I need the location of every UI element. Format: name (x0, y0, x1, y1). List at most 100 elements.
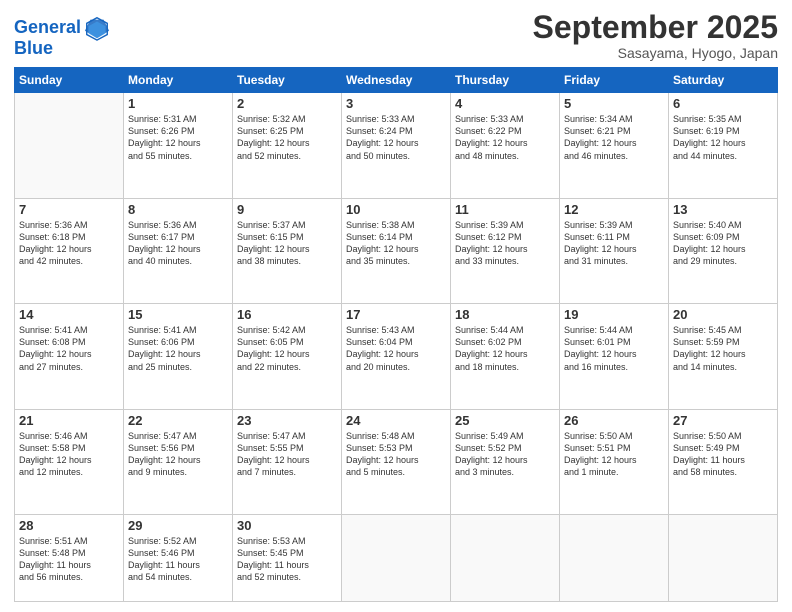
day-number: 20 (673, 307, 773, 322)
calendar-cell: 16 Sunrise: 5:42 AM Sunset: 6:05 PM Dayli… (233, 304, 342, 409)
day-number: 30 (237, 518, 337, 533)
day-number: 13 (673, 202, 773, 217)
day-number: 19 (564, 307, 664, 322)
calendar-cell (15, 93, 124, 198)
calendar-cell: 9 Sunrise: 5:37 AM Sunset: 6:15 PM Daylig… (233, 198, 342, 303)
day-info: Sunrise: 5:41 AM Sunset: 6:08 PM Dayligh… (19, 324, 119, 373)
calendar-cell: 28 Sunrise: 5:51 AM Sunset: 5:48 PM Dayli… (15, 515, 124, 602)
day-number: 21 (19, 413, 119, 428)
day-number: 14 (19, 307, 119, 322)
day-number: 28 (19, 518, 119, 533)
logo-icon (83, 14, 111, 42)
title-area: September 2025 Sasayama, Hyogo, Japan (533, 10, 778, 61)
calendar-cell (451, 515, 560, 602)
day-info: Sunrise: 5:33 AM Sunset: 6:22 PM Dayligh… (455, 113, 555, 162)
day-info: Sunrise: 5:37 AM Sunset: 6:15 PM Dayligh… (237, 219, 337, 268)
day-info: Sunrise: 5:49 AM Sunset: 5:52 PM Dayligh… (455, 430, 555, 479)
day-info: Sunrise: 5:39 AM Sunset: 6:11 PM Dayligh… (564, 219, 664, 268)
day-number: 15 (128, 307, 228, 322)
calendar-cell: 6 Sunrise: 5:35 AM Sunset: 6:19 PM Daylig… (669, 93, 778, 198)
day-info: Sunrise: 5:53 AM Sunset: 5:45 PM Dayligh… (237, 535, 337, 584)
weekday-header-wednesday: Wednesday (342, 68, 451, 93)
calendar-cell: 30 Sunrise: 5:53 AM Sunset: 5:45 PM Dayli… (233, 515, 342, 602)
day-number: 3 (346, 96, 446, 111)
calendar-cell: 21 Sunrise: 5:46 AM Sunset: 5:58 PM Dayli… (15, 409, 124, 514)
day-info: Sunrise: 5:45 AM Sunset: 5:59 PM Dayligh… (673, 324, 773, 373)
day-info: Sunrise: 5:41 AM Sunset: 6:06 PM Dayligh… (128, 324, 228, 373)
logo: General Blue (14, 14, 111, 59)
day-info: Sunrise: 5:44 AM Sunset: 6:02 PM Dayligh… (455, 324, 555, 373)
calendar-cell: 7 Sunrise: 5:36 AM Sunset: 6:18 PM Daylig… (15, 198, 124, 303)
header: General Blue September 2025 Sasayama, Hy… (14, 10, 778, 61)
day-info: Sunrise: 5:43 AM Sunset: 6:04 PM Dayligh… (346, 324, 446, 373)
weekday-header-thursday: Thursday (451, 68, 560, 93)
calendar-cell (560, 515, 669, 602)
day-number: 27 (673, 413, 773, 428)
day-info: Sunrise: 5:42 AM Sunset: 6:05 PM Dayligh… (237, 324, 337, 373)
day-number: 11 (455, 202, 555, 217)
day-number: 12 (564, 202, 664, 217)
calendar-cell: 14 Sunrise: 5:41 AM Sunset: 6:08 PM Dayli… (15, 304, 124, 409)
calendar-cell: 12 Sunrise: 5:39 AM Sunset: 6:11 PM Dayli… (560, 198, 669, 303)
calendar-cell: 25Sunrise: 5:49 AM Sunset: 5:52 PM Dayli… (451, 409, 560, 514)
logo-general: General (14, 17, 81, 37)
calendar-cell (669, 515, 778, 602)
day-number: 2 (237, 96, 337, 111)
day-info: Sunrise: 5:51 AM Sunset: 5:48 PM Dayligh… (19, 535, 119, 584)
day-info: Sunrise: 5:47 AM Sunset: 5:56 PM Dayligh… (128, 430, 228, 479)
day-info: Sunrise: 5:34 AM Sunset: 6:21 PM Dayligh… (564, 113, 664, 162)
calendar-cell: 29 Sunrise: 5:52 AM Sunset: 5:46 PM Dayli… (124, 515, 233, 602)
calendar-cell: 1 Sunrise: 5:31 AM Sunset: 6:26 PM Daylig… (124, 93, 233, 198)
day-number: 9 (237, 202, 337, 217)
calendar-cell: 26 Sunrise: 5:50 AM Sunset: 5:51 PM Dayli… (560, 409, 669, 514)
day-number: 18 (455, 307, 555, 322)
day-number: 24 (346, 413, 446, 428)
day-info: Sunrise: 5:46 AM Sunset: 5:58 PM Dayligh… (19, 430, 119, 479)
day-number: 22 (128, 413, 228, 428)
day-info: Sunrise: 5:50 AM Sunset: 5:51 PM Dayligh… (564, 430, 664, 479)
calendar-cell: 3 Sunrise: 5:33 AM Sunset: 6:24 PM Daylig… (342, 93, 451, 198)
day-number: 5 (564, 96, 664, 111)
day-info: Sunrise: 5:35 AM Sunset: 6:19 PM Dayligh… (673, 113, 773, 162)
weekday-header-friday: Friday (560, 68, 669, 93)
day-info: Sunrise: 5:44 AM Sunset: 6:01 PM Dayligh… (564, 324, 664, 373)
day-number: 17 (346, 307, 446, 322)
day-number: 29 (128, 518, 228, 533)
day-info: Sunrise: 5:47 AM Sunset: 5:55 PM Dayligh… (237, 430, 337, 479)
calendar-cell: 15 Sunrise: 5:41 AM Sunset: 6:06 PM Dayli… (124, 304, 233, 409)
day-info: Sunrise: 5:31 AM Sunset: 6:26 PM Dayligh… (128, 113, 228, 162)
location: Sasayama, Hyogo, Japan (533, 45, 778, 61)
day-info: Sunrise: 5:52 AM Sunset: 5:46 PM Dayligh… (128, 535, 228, 584)
calendar-cell: 19 Sunrise: 5:44 AM Sunset: 6:01 PM Dayli… (560, 304, 669, 409)
day-info: Sunrise: 5:36 AM Sunset: 6:18 PM Dayligh… (19, 219, 119, 268)
calendar-cell: 27 Sunrise: 5:50 AM Sunset: 5:49 PM Dayli… (669, 409, 778, 514)
day-number: 6 (673, 96, 773, 111)
day-number: 23 (237, 413, 337, 428)
day-number: 1 (128, 96, 228, 111)
day-number: 26 (564, 413, 664, 428)
day-number: 7 (19, 202, 119, 217)
weekday-header-saturday: Saturday (669, 68, 778, 93)
day-number: 10 (346, 202, 446, 217)
day-info: Sunrise: 5:39 AM Sunset: 6:12 PM Dayligh… (455, 219, 555, 268)
day-number: 16 (237, 307, 337, 322)
calendar-cell: 20 Sunrise: 5:45 AM Sunset: 5:59 PM Dayli… (669, 304, 778, 409)
day-info: Sunrise: 5:33 AM Sunset: 6:24 PM Dayligh… (346, 113, 446, 162)
page: General Blue September 2025 Sasayama, Hy… (0, 0, 792, 612)
calendar-table: SundayMondayTuesdayWednesdayThursdayFrid… (14, 67, 778, 602)
calendar-cell: 13 Sunrise: 5:40 AM Sunset: 6:09 PM Dayli… (669, 198, 778, 303)
day-info: Sunrise: 5:40 AM Sunset: 6:09 PM Dayligh… (673, 219, 773, 268)
day-number: 4 (455, 96, 555, 111)
day-info: Sunrise: 5:36 AM Sunset: 6:17 PM Dayligh… (128, 219, 228, 268)
weekday-header-monday: Monday (124, 68, 233, 93)
day-info: Sunrise: 5:38 AM Sunset: 6:14 PM Dayligh… (346, 219, 446, 268)
day-info: Sunrise: 5:32 AM Sunset: 6:25 PM Dayligh… (237, 113, 337, 162)
calendar-cell: 2 Sunrise: 5:32 AM Sunset: 6:25 PM Daylig… (233, 93, 342, 198)
calendar-cell: 17 Sunrise: 5:43 AM Sunset: 6:04 PM Dayli… (342, 304, 451, 409)
calendar-cell: 11 Sunrise: 5:39 AM Sunset: 6:12 PM Dayli… (451, 198, 560, 303)
day-info: Sunrise: 5:50 AM Sunset: 5:49 PM Dayligh… (673, 430, 773, 479)
calendar-cell: 5 Sunrise: 5:34 AM Sunset: 6:21 PM Daylig… (560, 93, 669, 198)
logo-text: General (14, 18, 81, 38)
calendar-cell: 18 Sunrise: 5:44 AM Sunset: 6:02 PM Dayli… (451, 304, 560, 409)
calendar-cell: 23 Sunrise: 5:47 AM Sunset: 5:55 PM Dayli… (233, 409, 342, 514)
